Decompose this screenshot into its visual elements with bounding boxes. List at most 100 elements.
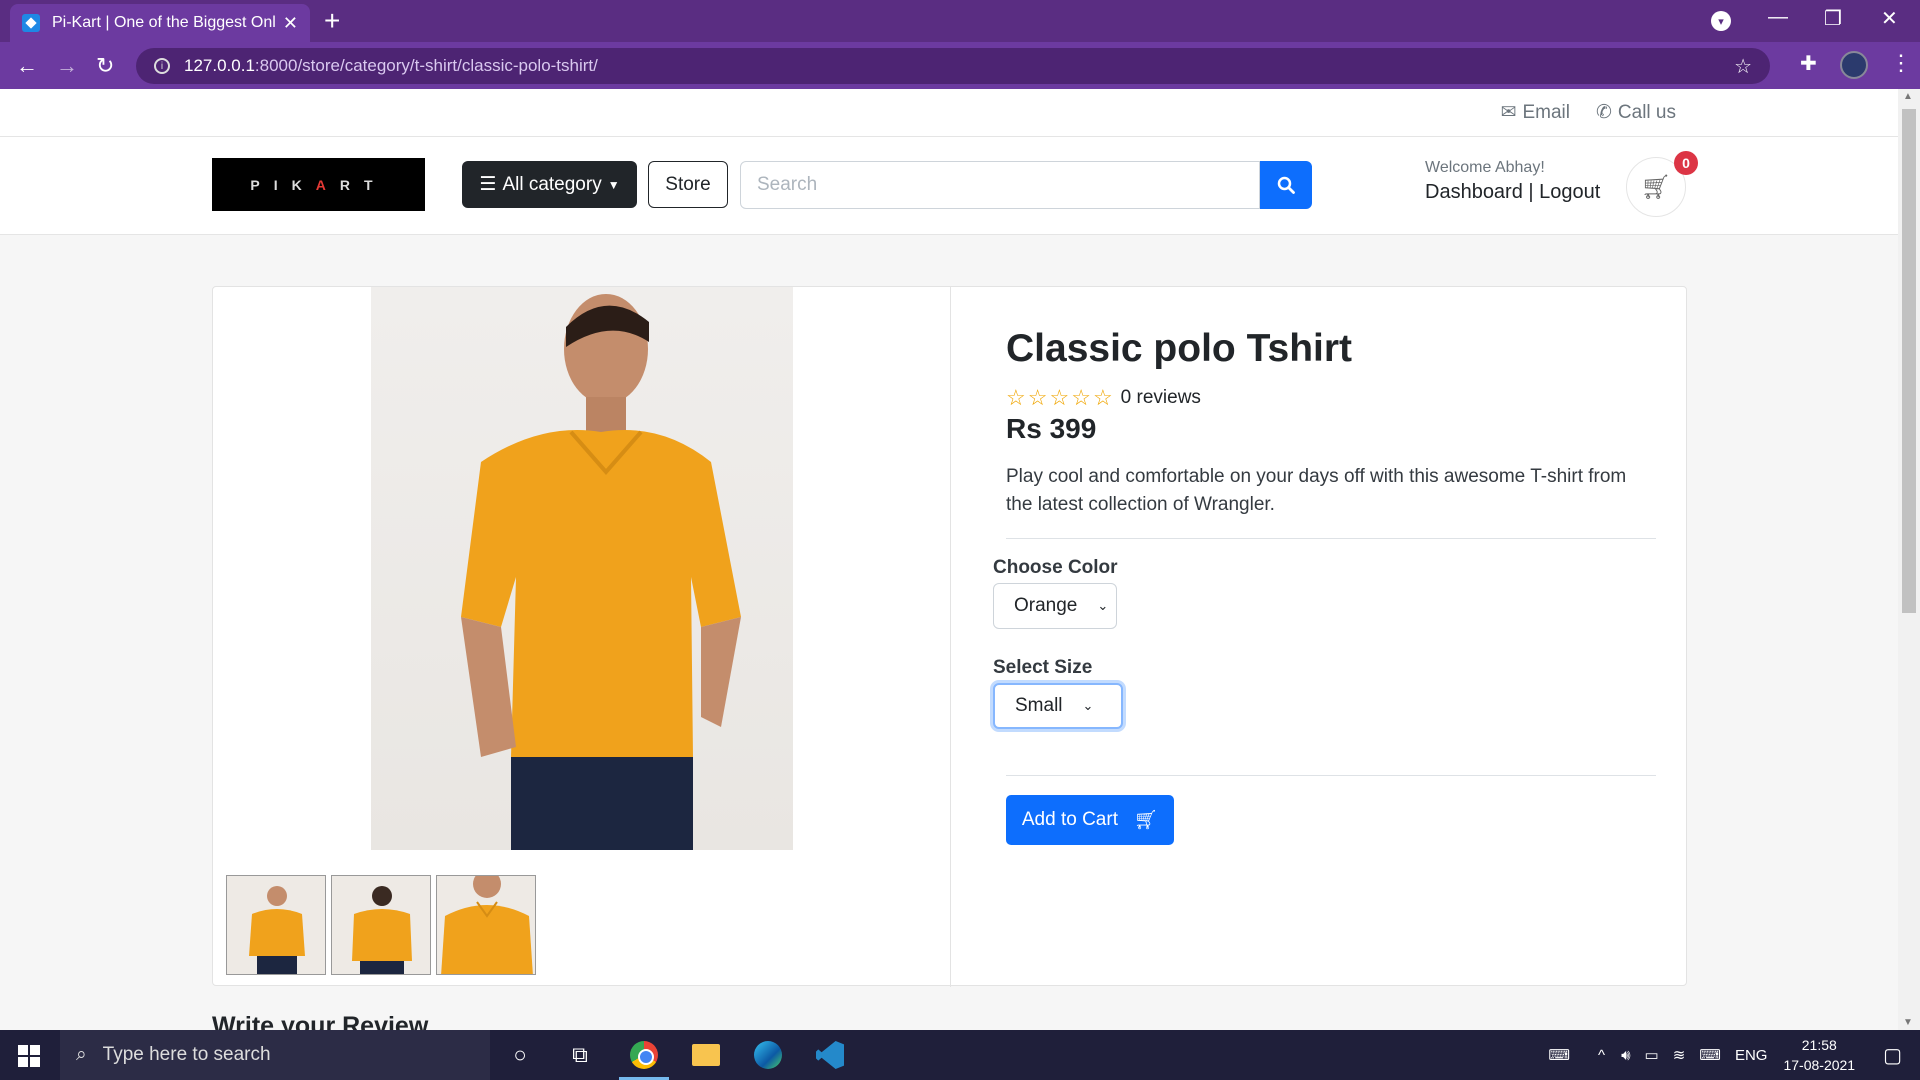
phone-icon: ✆ [1596, 102, 1612, 123]
touch-keyboard-icon[interactable]: ⌨ [1699, 1046, 1721, 1064]
page-scrollbar[interactable]: ▲ ▼ [1898, 89, 1920, 1030]
thumbnail-closeup[interactable] [436, 875, 536, 975]
bookmark-star-icon[interactable]: ☆ [1734, 54, 1752, 79]
chevron-down-icon: ⌄ [1082, 698, 1094, 713]
taskbar-search-box[interactable]: ⌕ Type here to search [60, 1030, 490, 1080]
forward-icon[interactable]: → [56, 53, 78, 79]
reviews-count: 0 reviews [1120, 387, 1201, 408]
tab-search-icon[interactable]: ▾ [1711, 11, 1731, 31]
address-bar[interactable]: i 127.0.0.1:8000/store/category/t-shirt/… [136, 48, 1770, 84]
color-select[interactable]: Orange ⌄ [993, 583, 1117, 629]
notifications-icon[interactable]: ▢ [1883, 1043, 1902, 1068]
file-explorer-icon[interactable] [689, 1039, 723, 1071]
product-title: Classic polo Tshirt [1006, 327, 1353, 370]
size-select-value: Small [1015, 695, 1063, 716]
email-label: Email [1522, 102, 1570, 123]
web-page: ✉ Email ✆ Call us PIK A RT ☰ All category ▼ … [0, 89, 1898, 1030]
star-icon: ☆ [1027, 385, 1048, 410]
search-button[interactable] [1260, 161, 1312, 209]
product-price: Rs 399 [1006, 413, 1097, 444]
vscode-icon[interactable] [813, 1039, 847, 1071]
url-host: 127.0.0.1 [184, 56, 255, 75]
site-header: PIK A RT ☰ All category ▼ Store Search Wel… [0, 137, 1898, 235]
reload-icon[interactable]: ↻ [96, 53, 114, 79]
welcome-text: Welcome Abhay! [1425, 159, 1545, 176]
shopping-cart-icon: 🛒︎ [1640, 173, 1672, 201]
browser-toolbar: ← → ↻ i 127.0.0.1:8000/store/category/t-… [0, 42, 1920, 89]
add-to-cart-label: Add to Cart [1021, 809, 1118, 830]
store-button[interactable]: Store [648, 161, 728, 208]
wifi-icon[interactable]: ≋ [1673, 1046, 1686, 1064]
site-logo[interactable]: PIK A RT [212, 158, 425, 211]
scroll-up-arrow-icon[interactable]: ▲ [1903, 91, 1913, 102]
add-to-cart-button[interactable]: Add to Cart 🛒︎ [1006, 795, 1174, 845]
thumbnail-back[interactable] [331, 875, 431, 975]
volume-icon[interactable]: 🔊︎ [1621, 1047, 1630, 1064]
clock[interactable]: 21:58 17-08-2021 [1783, 1035, 1855, 1075]
color-select-value: Orange [1014, 595, 1078, 616]
taskbar-search-placeholder: Type here to search [102, 1044, 271, 1065]
star-icon: ☆ [1006, 385, 1026, 410]
star-icon: ☆ [1049, 385, 1070, 410]
show-hidden-icons-icon[interactable]: ^ [1598, 1047, 1605, 1064]
cart-count-badge: 0 [1674, 151, 1698, 175]
minimize-icon[interactable]: — [1768, 6, 1788, 29]
back-icon[interactable]: ← [16, 53, 38, 79]
product-description: Play cool and comfortable on your days o… [1006, 466, 1627, 515]
keyboard-icon[interactable]: ⌨ [1548, 1046, 1570, 1064]
logo-text-mid: A [315, 176, 340, 193]
browser-tab[interactable]: Pi-Kart | One of the Biggest Onlin ✕ [10, 4, 310, 42]
call-link[interactable]: ✆ Call us [1596, 101, 1676, 124]
account-links: Dashboard | Logout [1425, 181, 1600, 204]
hamburger-icon: ☰ [479, 174, 497, 195]
model-photo-illustration [461, 294, 741, 850]
size-select[interactable]: Small ⌄ [993, 683, 1123, 729]
thumbnail-front[interactable] [226, 875, 326, 975]
restore-icon[interactable]: ❐ [1824, 6, 1842, 31]
envelope-icon: ✉ [1500, 102, 1517, 123]
all-category-dropdown-button[interactable]: ☰ All category ▼ [462, 161, 637, 208]
edge-icon[interactable] [751, 1039, 785, 1071]
close-tab-icon[interactable]: ✕ [283, 13, 298, 34]
write-review-heading: Write your Review [212, 1012, 429, 1030]
product-card: Classic polo Tshirt ☆ ☆ ☆ ☆ ☆ 0 reviews … [212, 286, 1687, 987]
language-indicator[interactable]: ENG [1735, 1047, 1768, 1064]
new-tab-icon[interactable]: + [324, 6, 340, 36]
thumbnail-strip [226, 875, 536, 975]
logo-text-right: RT [339, 176, 387, 193]
chevron-down-icon: ⌄ [1097, 598, 1109, 613]
close-window-icon[interactable]: ✕ [1881, 6, 1898, 31]
tab-title: Pi-Kart | One of the Biggest Onlin [52, 14, 275, 31]
link-separator: | [1528, 181, 1534, 203]
product-rating: ☆ ☆ ☆ ☆ ☆ 0 reviews [1006, 385, 1201, 411]
divider [1006, 538, 1656, 539]
select-size-label: Select Size [993, 657, 1093, 678]
product-main-image[interactable] [371, 287, 793, 850]
battery-icon[interactable]: ▭ [1645, 1046, 1659, 1064]
search-icon: ⌕ [76, 1044, 87, 1065]
cortana-icon[interactable]: ○ [503, 1039, 537, 1071]
top-contact-bar: ✉ Email ✆ Call us [0, 89, 1898, 137]
category-label: All category [502, 173, 602, 195]
product-gallery [213, 287, 951, 987]
profile-avatar[interactable] [1840, 51, 1868, 79]
star-icon: ☆ [1071, 385, 1091, 410]
logo-text-left: PIK [250, 176, 316, 193]
windows-start-icon[interactable] [18, 1045, 40, 1067]
shopping-cart-icon: 🛒︎ [1133, 810, 1159, 831]
browser-menu-icon[interactable]: ⋮ [1890, 50, 1912, 76]
site-info-icon[interactable]: i [154, 58, 170, 74]
task-view-icon[interactable]: ⧉ [563, 1039, 597, 1071]
extensions-puzzle-icon[interactable]: ✚ [1800, 51, 1817, 76]
logout-link[interactable]: Logout [1539, 181, 1600, 203]
windows-taskbar: ⌕ Type here to search ○ ⧉ ⌨ ^ 🔊︎ ▭ ≋ ⌨ E… [0, 1030, 1920, 1080]
site-favicon-icon [22, 14, 40, 32]
search-input[interactable]: Search [740, 161, 1260, 209]
scroll-down-arrow-icon[interactable]: ▼ [1903, 1017, 1913, 1028]
email-link[interactable]: ✉ Email [1501, 101, 1570, 124]
chrome-taskbar-icon[interactable] [619, 1039, 669, 1080]
star-icon: ☆ [1092, 385, 1113, 410]
scrollbar-thumb[interactable] [1902, 109, 1916, 613]
dashboard-link[interactable]: Dashboard [1425, 181, 1523, 203]
choose-color-label: Choose Color [993, 557, 1118, 578]
